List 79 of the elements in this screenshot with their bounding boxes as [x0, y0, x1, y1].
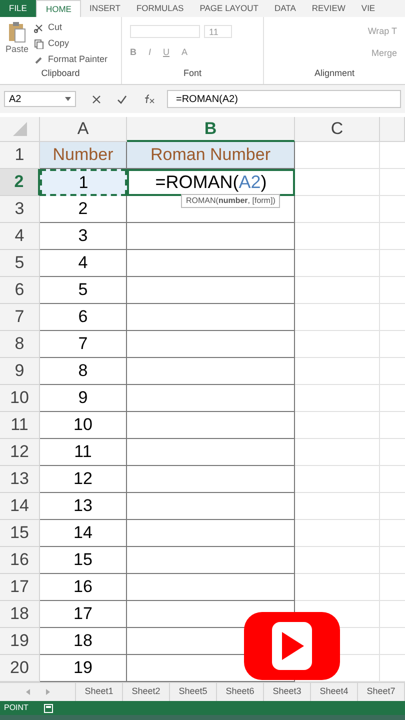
table-cell: Number: [40, 142, 127, 169]
row-header[interactable]: 11: [0, 412, 40, 439]
cancel-icon[interactable]: [92, 94, 101, 104]
table-cell: 4: [40, 250, 127, 277]
brush-icon: [34, 55, 44, 65]
row-header[interactable]: 5: [0, 250, 40, 277]
ribbon-tab[interactable]: HOME: [36, 0, 82, 17]
row-header[interactable]: 8: [0, 331, 40, 358]
row-header[interactable]: 6: [0, 277, 40, 304]
row-header[interactable]: 15: [0, 520, 40, 547]
table-cell: 7: [40, 331, 127, 358]
group-label: Font: [182, 66, 202, 80]
column-header[interactable]: A: [40, 117, 127, 142]
column-header[interactable]: B: [127, 117, 295, 142]
triangle-icon: [12, 122, 26, 136]
play-button-icon: [244, 612, 340, 680]
formula-cell[interactable]: =ROMAN(A2): [127, 169, 295, 196]
copy-icon: [34, 39, 44, 49]
row-header[interactable]: 12: [0, 439, 40, 466]
row-header[interactable]: 14: [0, 493, 40, 520]
group-label: Clipboard: [40, 67, 81, 80]
scroll-right-icon[interactable]: [46, 689, 50, 695]
formula-field[interactable]: =ROMAN(A2): [167, 90, 401, 108]
function-icon[interactable]: [143, 94, 155, 104]
row-header[interactable]: 2: [0, 169, 40, 196]
table-cell: 3: [40, 223, 127, 250]
scissors-icon: [34, 23, 44, 33]
row-header[interactable]: 7: [0, 304, 40, 331]
status-mode: POINT: [4, 702, 28, 714]
dropdown-icon: [65, 97, 71, 101]
row-header[interactable]: 17: [0, 574, 40, 601]
row-header[interactable]: 18: [0, 601, 40, 628]
table-cell: 18: [40, 628, 127, 655]
table-cell: 10: [40, 412, 127, 439]
function-tooltip: ROMAN(number, [form]): [181, 194, 280, 208]
column-header[interactable]: [380, 117, 405, 142]
select-all-corner[interactable]: [0, 117, 40, 142]
table-cell: 13: [40, 493, 127, 520]
table-cell: 12: [40, 466, 127, 493]
table-cell: 8: [40, 358, 127, 385]
ribbon-tab[interactable]: DATA: [266, 0, 304, 17]
ribbon-tab[interactable]: VIE: [353, 0, 384, 17]
cut-button[interactable]: Cut: [34, 21, 108, 35]
table-cell: 14: [40, 520, 127, 547]
ribbon-tab[interactable]: PAGE LAYOUT: [192, 0, 266, 17]
table-cell: 15: [40, 547, 127, 574]
row-header[interactable]: 13: [0, 466, 40, 493]
scroll-left-icon[interactable]: [26, 689, 30, 695]
column-header[interactable]: C: [295, 117, 380, 142]
row-header[interactable]: 10: [0, 385, 40, 412]
copy-button[interactable]: Copy: [34, 37, 108, 51]
ribbon-tab[interactable]: FILE: [0, 0, 36, 17]
clipboard-icon: [8, 21, 26, 43]
table-cell: 17: [40, 601, 127, 628]
name-box[interactable]: A2: [4, 91, 76, 107]
row-header[interactable]: 3: [0, 196, 40, 223]
row-header[interactable]: 16: [0, 547, 40, 574]
table-cell: 9: [40, 385, 127, 412]
table-cell: Roman Number: [127, 142, 295, 169]
format-painter-button[interactable]: Format Painter: [34, 53, 108, 67]
ribbon-tab[interactable]: FORMULAS: [128, 0, 192, 17]
checkmark-icon[interactable]: [117, 94, 127, 104]
table-cell: 5: [40, 277, 127, 304]
row-header[interactable]: 9: [0, 358, 40, 385]
row-header[interactable]: 19: [0, 628, 40, 655]
table-cell: 2: [40, 196, 127, 223]
row-header[interactable]: 20: [0, 655, 40, 682]
table-cell: 16: [40, 574, 127, 601]
table-cell: 11: [40, 439, 127, 466]
paste-button[interactable]: Paste: [4, 21, 30, 67]
table-cell: 6: [40, 304, 127, 331]
font-name-field[interactable]: [130, 25, 200, 38]
ribbon-tab[interactable]: INSERT: [81, 0, 128, 17]
group-label: Alignment: [313, 66, 356, 80]
macro-record-icon[interactable]: [44, 704, 54, 712]
row-header[interactable]: 1: [0, 142, 40, 169]
ribbon-tab[interactable]: REVIEW: [304, 0, 354, 17]
table-cell[interactable]: 1: [40, 169, 127, 196]
row-header[interactable]: 4: [0, 223, 40, 250]
